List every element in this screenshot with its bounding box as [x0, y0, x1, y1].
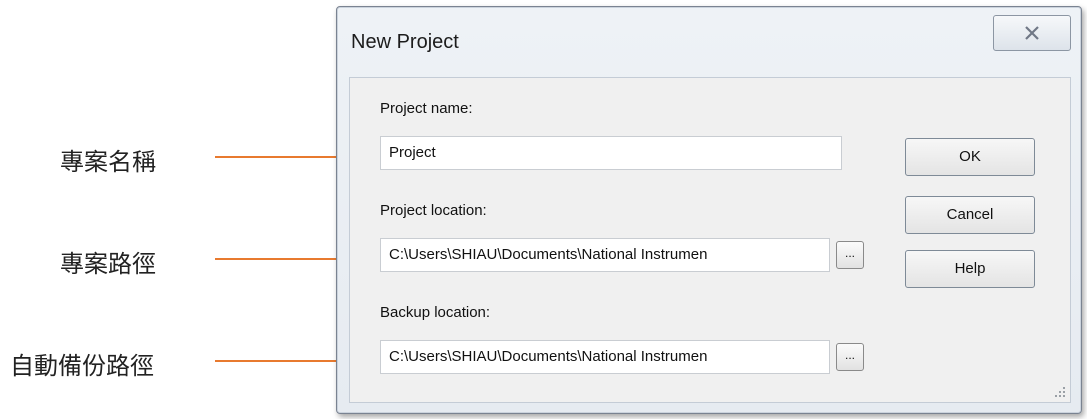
cancel-button[interactable]: Cancel — [905, 196, 1035, 234]
close-button[interactable] — [993, 15, 1071, 51]
help-button[interactable]: Help — [905, 250, 1035, 288]
ok-button[interactable]: OK — [905, 138, 1035, 176]
project-location-browse-button[interactable]: ... — [836, 241, 864, 269]
dialog-title: New Project — [351, 31, 459, 53]
backup-location-input[interactable]: C:\Users\SHIAU\Documents\National Instru… — [380, 340, 830, 374]
resize-grip-icon[interactable] — [1054, 386, 1066, 398]
new-project-dialog: New Project Project name: Project Projec… — [336, 6, 1082, 414]
close-icon — [1025, 26, 1039, 40]
annotation-label: 自動備份路徑 — [10, 352, 154, 380]
backup-location-browse-button[interactable]: ... — [836, 343, 864, 371]
annotation-label: 專案名稱 — [60, 148, 156, 176]
annotation-project-name: 專案名稱 — [0, 138, 330, 178]
backup-location-label: Backup location: — [380, 304, 491, 321]
title-bar[interactable]: New Project — [337, 7, 1081, 75]
dialog-client-area: Project name: Project Project location: … — [349, 77, 1071, 403]
annotation-backup-location: 自動備份路徑 — [0, 342, 330, 382]
annotation-label: 專案路徑 — [60, 250, 156, 278]
annotation-project-location: 專案路徑 — [0, 240, 330, 280]
project-location-input[interactable]: C:\Users\SHIAU\Documents\National Instru… — [380, 238, 830, 272]
project-name-label: Project name: — [380, 100, 473, 117]
project-name-input[interactable]: Project — [380, 136, 842, 170]
project-location-label: Project location: — [380, 202, 487, 219]
